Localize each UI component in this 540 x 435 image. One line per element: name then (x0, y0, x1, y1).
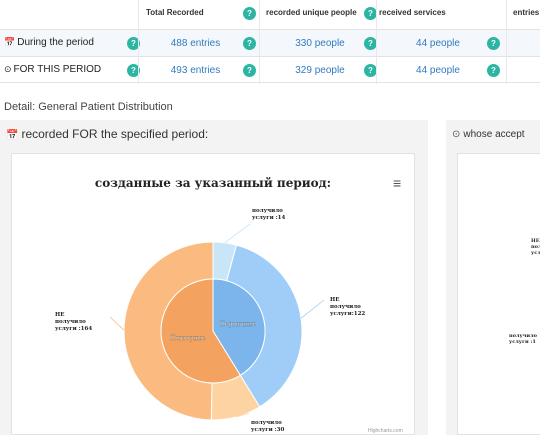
panel-title: 📅 recorded FOR the specified period: (6, 127, 208, 141)
column-divider (138, 0, 139, 84)
header-entries: entries (513, 8, 540, 17)
panel-title-text: whose accept (463, 129, 525, 140)
header-received-services: received services (379, 8, 446, 17)
help-icon[interactable]: ? (243, 64, 256, 77)
calendar-icon: 📅 (4, 37, 16, 47)
header-total-recorded: Total Recorded (146, 8, 204, 17)
help-icon[interactable]: ? (487, 64, 500, 77)
table-row: ⊙ FOR THIS PERIOD ? 493 entries ? 329 peo… (0, 56, 540, 83)
chart-label: НЕ пол услу (531, 238, 540, 256)
chart-title: созданные за указанный период: (94, 176, 332, 190)
cell-total-recorded[interactable]: 488 entries (158, 38, 233, 49)
help-icon[interactable]: ? (243, 7, 256, 20)
table-row: 📅 During the period ? 488 entries ? 330 p… (0, 29, 540, 56)
summary-table: Total Recorded ? recorded unique people … (0, 0, 540, 84)
cell-received-services[interactable]: 44 people (398, 38, 478, 49)
clock-icon: ⊙ (452, 129, 461, 140)
column-divider (259, 0, 260, 84)
calendar-icon: 📅 (6, 130, 19, 141)
help-icon[interactable]: ? (487, 37, 500, 50)
chart-menu-icon[interactable]: ≡ (393, 176, 401, 190)
column-divider (506, 0, 507, 84)
panel-recorded-period: 📅 recorded FOR the specified period: (0, 120, 428, 435)
chart-credits[interactable]: Highcharts.com (368, 428, 403, 434)
row-label-for-this-period: ⊙ FOR THIS PERIOD (4, 64, 101, 75)
chart-label: получило услуги :1 (509, 333, 537, 345)
clock-icon: ⊙ (4, 64, 12, 74)
table-header-row: Total Recorded ? recorded unique people … (0, 0, 540, 28)
cell-total-recorded[interactable]: 493 entries (158, 65, 233, 76)
detail-title: Detail: General Patient Distribution (4, 101, 173, 113)
cell-received-services[interactable]: 44 people (398, 65, 478, 76)
column-divider (376, 0, 377, 84)
panel-whose-accept: ⊙ whose accept (446, 120, 540, 435)
cell-unique-people[interactable]: 330 people (280, 38, 360, 49)
panel-title-text: recorded FOR the specified period: (21, 127, 209, 141)
help-icon[interactable]: ? (243, 37, 256, 50)
row-label-during-period: 📅 During the period (4, 37, 94, 48)
chart-card (457, 153, 540, 435)
row-label-text: During the period (17, 37, 94, 48)
header-unique-people: recorded unique people (266, 8, 357, 17)
row-label-text: FOR THIS PERIOD (13, 64, 102, 75)
panel-title: ⊙ whose accept (452, 129, 525, 140)
chart-card (11, 153, 415, 435)
cell-unique-people[interactable]: 329 people (280, 65, 360, 76)
